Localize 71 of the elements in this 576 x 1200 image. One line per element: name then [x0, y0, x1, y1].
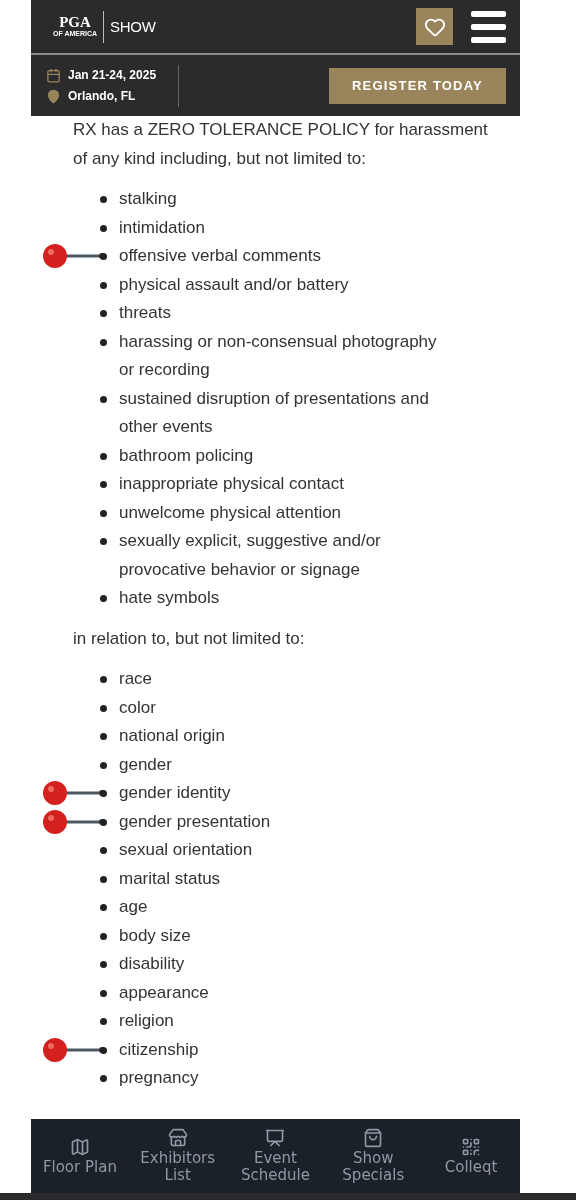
bullet-icon	[100, 538, 107, 545]
list-item-text: disability	[119, 953, 185, 975]
list-item-text: gender identity	[119, 782, 231, 804]
bullet-icon	[100, 989, 107, 997]
logo-text: PGA	[59, 15, 91, 30]
nav-button[interactable]: Event Schedule	[229, 1128, 322, 1184]
nav-button[interactable]: Colleqt	[425, 1136, 518, 1176]
policy-paragraph: RX has a ZERO TOLERANCE POLICY for harassment of any kind including, but not limited to:	[73, 119, 488, 170]
bullet-icon	[100, 676, 107, 683]
show-text: SHOW	[110, 18, 156, 35]
list-item-text: citizenship	[119, 1038, 199, 1061]
bullet-icon	[100, 452, 107, 460]
bullet-icon	[100, 733, 107, 740]
list-item-text: body size	[119, 924, 191, 947]
list-item-text: appearance	[119, 981, 209, 1004]
list-item-text: national origin	[119, 725, 225, 747]
menu-button[interactable]	[471, 10, 506, 43]
list-item-text: inappropriate physical contact	[119, 473, 344, 495]
list-item-text: hate symbols	[119, 587, 220, 609]
location-pin-icon	[46, 88, 61, 104]
nav-button[interactable]: Floor Plan	[33, 1136, 126, 1176]
bullet-icon	[100, 338, 107, 346]
bullet-icon	[100, 790, 107, 797]
bullet-icon	[100, 224, 107, 232]
event-date: Jan 21-24, 2025	[68, 68, 157, 82]
list-item-text: physical assault and/or battery	[119, 273, 349, 296]
bullet-icon	[100, 932, 107, 940]
list-item-text: sexual orientation	[119, 839, 253, 861]
bullet-icon	[100, 847, 107, 854]
bullet-icon	[100, 704, 107, 712]
bullet-icon	[100, 961, 107, 968]
bullet-icon	[100, 1075, 107, 1082]
bullet-icon	[100, 509, 107, 517]
qr-icon	[461, 1136, 482, 1157]
list-item-text: color	[119, 696, 156, 719]
map-icon	[69, 1136, 90, 1157]
list-item-text: gender	[119, 753, 172, 776]
bullet-icon	[100, 761, 107, 769]
list-item-text: stalking	[119, 188, 177, 210]
event-location: Orlando, FL	[68, 89, 136, 103]
bullet-icon	[100, 875, 107, 883]
bullet-icon	[100, 595, 107, 602]
list-item-text: age	[119, 896, 148, 918]
list-item-text: bathroom policing	[119, 444, 254, 467]
nav-button[interactable]: Show Specials	[327, 1128, 420, 1184]
list-item-text: race	[119, 668, 153, 690]
bullet-icon	[100, 253, 107, 260]
list-item-text: unwelcome physical attention	[119, 501, 342, 524]
store-icon	[167, 1128, 188, 1148]
favorite-button[interactable]	[416, 8, 453, 45]
list-item-text: religion	[119, 1010, 174, 1032]
relation-paragraph: in relation to, but not limited to:	[73, 627, 306, 650]
list-item-text: intimidation	[119, 216, 205, 239]
list-item-text: marital status	[119, 867, 221, 890]
bullet-icon	[100, 481, 107, 488]
bullet-icon	[100, 196, 107, 203]
register-button[interactable]: REGISTER TODAY	[329, 67, 506, 104]
bullet-icon	[100, 1018, 107, 1025]
nav-button[interactable]: Exhibitors List	[131, 1128, 224, 1184]
bullet-icon	[100, 818, 107, 826]
bullet-icon	[100, 310, 107, 317]
bullet-icon	[100, 1046, 107, 1054]
bullet-icon	[100, 395, 107, 403]
list-item-text: offensive verbal comments	[119, 245, 321, 267]
calendar-icon	[46, 67, 61, 83]
bullet-icon	[100, 904, 107, 911]
list-item-text: threats	[119, 302, 171, 324]
bullet-icon	[100, 281, 107, 289]
list-item-text: gender presentation	[119, 810, 271, 833]
list-item-text: pregnancy	[119, 1067, 199, 1089]
bag-icon	[363, 1128, 384, 1148]
